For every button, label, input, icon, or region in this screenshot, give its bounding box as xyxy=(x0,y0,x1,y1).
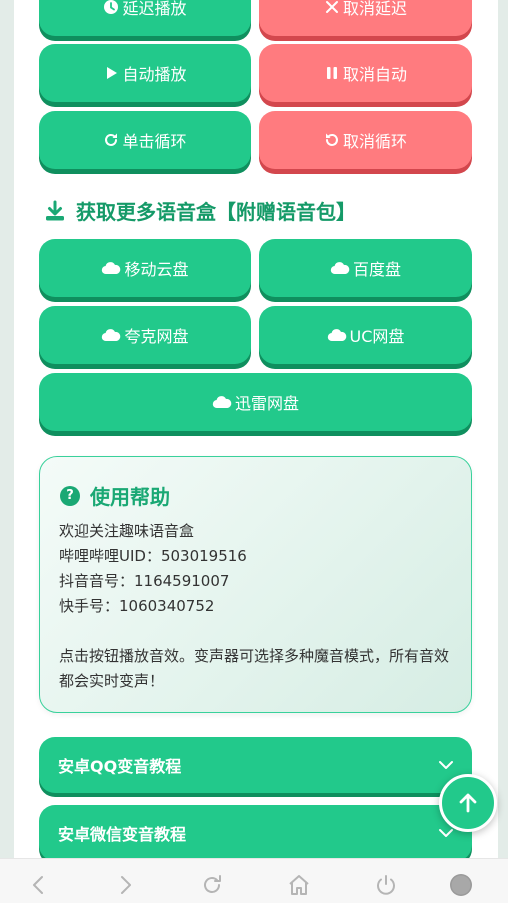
refresh-icon[interactable] xyxy=(200,873,224,897)
play-icon xyxy=(107,67,118,79)
cancel-delay-button[interactable]: 取消延迟 xyxy=(259,0,472,36)
tutorial-wechat-label: 安卓微信变音教程 xyxy=(58,825,187,844)
back-icon[interactable] xyxy=(27,873,51,897)
download-title-text: 获取更多语音盒【附赠语音包】 xyxy=(76,200,356,224)
delay-play-button[interactable]: 延迟播放 xyxy=(39,0,251,36)
cloud-icon xyxy=(327,329,346,342)
home-icon[interactable] xyxy=(287,873,311,897)
question-circle-icon: ? xyxy=(60,485,80,506)
undo-icon xyxy=(325,133,338,146)
tabs-icon[interactable] xyxy=(449,873,473,897)
download-section-title: 获取更多语音盒【附赠语音包】 xyxy=(44,196,356,225)
auto-play-button[interactable]: 自动播放 xyxy=(39,44,251,102)
cancel-loop-label: 取消循环 xyxy=(342,132,407,151)
cloud-icon xyxy=(330,262,350,275)
pause-icon xyxy=(326,67,337,79)
cancel-auto-label: 取消自动 xyxy=(342,65,407,84)
help-line: 欢迎关注趣味语音盒 xyxy=(59,522,195,540)
single-loop-label: 单击循环 xyxy=(122,132,187,151)
quark-button[interactable]: 夸克网盘 xyxy=(39,306,251,364)
tutorial-qq-accordion[interactable]: 安卓QQ变音教程 xyxy=(39,737,472,793)
page-content: 延迟播放 取消延迟 自动播放 取消自动 单击循环 取消循环 获取更多语音盒【附赠… xyxy=(14,0,498,858)
help-paragraph: 点击按钮播放音效。变声器可选择多种魔音模式，所有音效都会实时变声！ xyxy=(59,647,450,690)
help-title: ? 使用帮助 xyxy=(60,481,170,510)
help-card: ? 使用帮助 欢迎关注趣味语音盒 哔哩哔哩UID：503019516 抖音音号：… xyxy=(39,456,472,713)
delay-play-label: 延迟播放 xyxy=(122,0,187,18)
chevron-down-icon xyxy=(439,761,453,769)
cancel-auto-button[interactable]: 取消自动 xyxy=(259,44,472,102)
xunlei-button[interactable]: 迅雷网盘 xyxy=(39,373,472,431)
baidu-button[interactable]: 百度盘 xyxy=(259,239,472,297)
xunlei-label: 迅雷网盘 xyxy=(234,394,299,413)
uc-button[interactable]: UC网盘 xyxy=(259,306,472,364)
cancel-delay-label: 取消延迟 xyxy=(342,0,407,18)
help-line: 抖音音号：1164591007 xyxy=(59,572,230,590)
power-icon[interactable] xyxy=(374,873,398,897)
uc-label: UC网盘 xyxy=(349,327,405,346)
auto-play-label: 自动播放 xyxy=(122,65,187,84)
clock-icon xyxy=(104,0,119,14)
cloud-icon xyxy=(102,262,121,275)
cloud-icon xyxy=(212,396,232,409)
tutorial-wechat-accordion[interactable]: 安卓微信变音教程 xyxy=(39,805,472,858)
cancel-loop-button[interactable]: 取消循环 xyxy=(259,111,472,169)
redo-icon xyxy=(105,133,118,146)
help-line: 哔哩哔哩UID：503019516 xyxy=(59,547,247,565)
mobile-cloud-button[interactable]: 移动云盘 xyxy=(39,239,251,297)
arrow-up-icon xyxy=(459,793,477,813)
mobile-cloud-label: 移动云盘 xyxy=(124,260,189,279)
help-line: 快手号：1060340752 xyxy=(59,597,215,615)
close-icon xyxy=(325,1,338,13)
quark-label: 夸克网盘 xyxy=(124,327,189,346)
baidu-label: 百度盘 xyxy=(352,260,401,279)
back-to-top-button[interactable] xyxy=(439,774,497,832)
tutorial-qq-label: 安卓QQ变音教程 xyxy=(58,757,182,776)
cloud-icon xyxy=(102,329,121,342)
download-icon xyxy=(46,200,64,220)
forward-icon[interactable] xyxy=(113,873,137,897)
browser-nav-bar xyxy=(0,858,508,903)
help-title-text: 使用帮助 xyxy=(90,485,170,509)
help-info-lines: 欢迎关注趣味语音盒 哔哩哔哩UID：503019516 抖音音号：1164591… xyxy=(59,519,455,619)
single-loop-button[interactable]: 单击循环 xyxy=(39,111,251,169)
